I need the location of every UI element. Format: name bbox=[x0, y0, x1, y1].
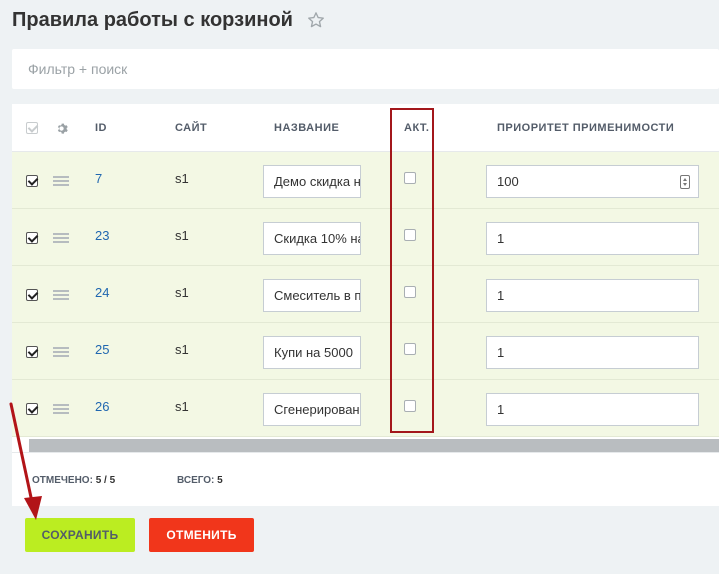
active-column-highlight bbox=[390, 108, 434, 433]
name-input[interactable]: Сгенерировано bbox=[263, 393, 361, 426]
name-input[interactable]: Демо скидка на bbox=[263, 165, 361, 198]
select-all-checkbox[interactable] bbox=[26, 122, 38, 134]
row-select-checkbox[interactable] bbox=[26, 175, 38, 187]
row-site: s1 bbox=[175, 171, 189, 186]
row-site: s1 bbox=[175, 342, 189, 357]
rules-grid: ID САЙТ НАЗВАНИЕ АКТ. ПРИОРИТЕТ ПРИМЕНИМ… bbox=[12, 104, 719, 506]
priority-input[interactable]: 1 bbox=[486, 222, 699, 255]
drag-handle-icon[interactable] bbox=[53, 233, 69, 243]
table-row[interactable]: 25 s1 Купи на 5000 1 bbox=[12, 323, 719, 380]
title-row: Правила работы с корзиной bbox=[12, 6, 325, 34]
priority-value: 1 bbox=[497, 288, 505, 303]
table-row[interactable]: 24 s1 Смеситель в по 1 bbox=[12, 266, 719, 323]
filter-search-input[interactable] bbox=[12, 49, 719, 89]
drag-handle-icon[interactable] bbox=[53, 290, 69, 300]
priority-value: 1 bbox=[497, 402, 505, 417]
priority-input[interactable]: 1 bbox=[486, 279, 699, 312]
priority-input[interactable]: 1 bbox=[486, 336, 699, 369]
column-header-priority[interactable]: ПРИОРИТЕТ ПРИМЕНИМОСТИ bbox=[497, 104, 674, 152]
cancel-button[interactable]: ОТМЕНИТЬ bbox=[149, 518, 254, 552]
table-row[interactable]: 23 s1 Скидка 10% на 1 bbox=[12, 209, 719, 266]
column-header-id[interactable]: ID bbox=[95, 104, 107, 152]
total-count: ВСЕГО: 5 bbox=[177, 475, 223, 486]
row-site: s1 bbox=[175, 399, 189, 414]
total-count-value: 5 bbox=[217, 475, 223, 486]
column-header-name[interactable]: НАЗВАНИЕ bbox=[274, 104, 339, 152]
name-input[interactable]: Смеситель в по bbox=[263, 279, 361, 312]
grid-header: ID САЙТ НАЗВАНИЕ АКТ. ПРИОРИТЕТ ПРИМЕНИМ… bbox=[12, 104, 719, 152]
gear-icon[interactable] bbox=[54, 121, 69, 136]
star-icon[interactable] bbox=[307, 11, 325, 29]
priority-input[interactable]: 100 bbox=[486, 165, 699, 198]
row-site: s1 bbox=[175, 228, 189, 243]
page-title: Правила работы с корзиной bbox=[12, 8, 293, 31]
priority-value: 1 bbox=[497, 345, 505, 360]
priority-value: 1 bbox=[497, 231, 505, 246]
spinner-icon[interactable] bbox=[680, 175, 690, 189]
row-select-checkbox[interactable] bbox=[26, 346, 38, 358]
row-id[interactable]: 23 bbox=[95, 228, 109, 243]
total-count-label: ВСЕГО: bbox=[177, 475, 215, 486]
selected-count-value: 5 / 5 bbox=[95, 475, 116, 486]
table-row[interactable]: 26 s1 Сгенерировано 1 bbox=[12, 380, 719, 437]
row-site: s1 bbox=[175, 285, 189, 300]
name-input[interactable]: Скидка 10% на bbox=[263, 222, 361, 255]
grid-footer: ОТМЕЧЕНО: 5 / 5 ВСЕГО: 5 bbox=[12, 452, 719, 506]
priority-input[interactable]: 1 bbox=[486, 393, 699, 426]
filter-bar bbox=[12, 49, 719, 89]
drag-handle-icon[interactable] bbox=[53, 176, 69, 186]
row-id[interactable]: 25 bbox=[95, 342, 109, 357]
drag-handle-icon[interactable] bbox=[53, 347, 69, 357]
column-header-site[interactable]: САЙТ bbox=[175, 104, 207, 152]
arrow-annotation bbox=[9, 402, 42, 520]
row-id[interactable]: 26 bbox=[95, 399, 109, 414]
name-input[interactable]: Купи на 5000 bbox=[263, 336, 361, 369]
row-id[interactable]: 7 bbox=[95, 171, 102, 186]
row-select-checkbox[interactable] bbox=[26, 232, 38, 244]
row-id[interactable]: 24 bbox=[95, 285, 109, 300]
horizontal-scrollbar[interactable] bbox=[29, 439, 719, 452]
table-row[interactable]: 7 s1 Демо скидка на 100 bbox=[12, 152, 719, 209]
row-select-checkbox[interactable] bbox=[26, 289, 38, 301]
priority-value: 100 bbox=[497, 174, 519, 189]
